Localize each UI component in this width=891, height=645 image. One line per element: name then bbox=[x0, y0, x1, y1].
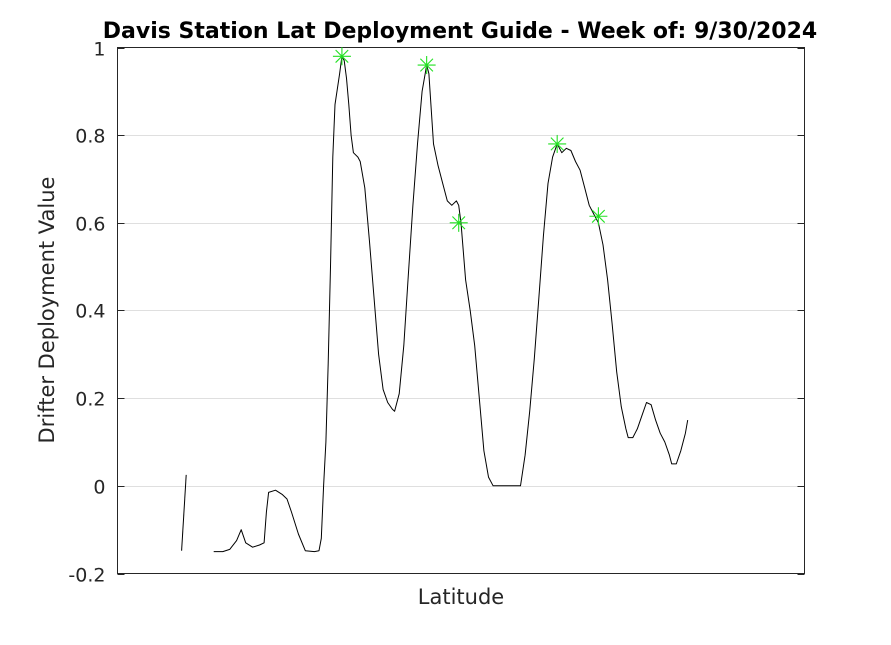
figure-background bbox=[0, 0, 891, 645]
y-tick-label: -0.2 bbox=[68, 565, 105, 587]
chart-figure: Davis Station Lat Deployment Guide - Wee… bbox=[0, 0, 891, 645]
peak-marker bbox=[548, 134, 567, 153]
y-tick-label: 0 bbox=[93, 477, 105, 499]
x-axis-label: Latitude bbox=[418, 585, 504, 609]
y-tick-label: 1 bbox=[93, 39, 105, 61]
peak-marker bbox=[589, 207, 608, 226]
y-tick-label: 0.8 bbox=[75, 126, 105, 148]
y-axis-label: Drifter Deployment Value bbox=[35, 177, 59, 444]
chart-title: Davis Station Lat Deployment Guide - Wee… bbox=[103, 19, 817, 44]
peak-marker bbox=[417, 56, 436, 75]
y-tick-label: 0.6 bbox=[75, 214, 105, 236]
y-tick-label: 0.4 bbox=[75, 301, 105, 323]
y-tick-label: 0.2 bbox=[75, 389, 105, 411]
